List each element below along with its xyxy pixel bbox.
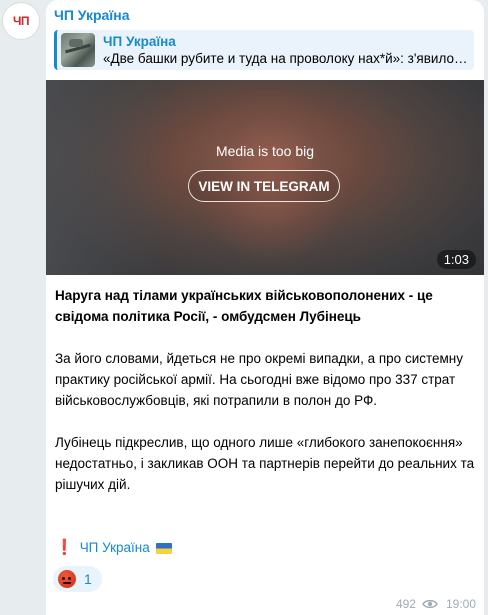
media-too-big-notice: Media is too big <box>215 143 315 159</box>
video-duration: 1:03 <box>436 250 476 269</box>
view-count: 492 <box>395 597 416 611</box>
reply-preview[interactable]: ЧП Україна «Две башки рубите и туда на п… <box>54 30 474 70</box>
reaction-button[interactable]: 1 <box>53 566 102 592</box>
reply-quote: «Две башки рубите и туда на проволоку на… <box>103 51 473 66</box>
post-signature: ❗ ЧП Україна <box>55 538 172 558</box>
post-text: Наруга над тілами українських військовоп… <box>55 285 475 516</box>
post-headline: Наруга над тілами українських військовоп… <box>55 288 433 324</box>
angry-face-icon <box>58 570 76 588</box>
reply-title: ЧП Україна <box>103 34 176 49</box>
signature-link[interactable]: ЧП Україна <box>80 538 150 558</box>
reply-text: ЧП Україна «Две башки рубите и туда на п… <box>103 33 473 67</box>
avatar-label: ЧП <box>12 14 30 28</box>
reply-thumbnail <box>61 33 95 67</box>
post-paragraph-1: За його словами, йдеться не про окремі в… <box>55 351 464 408</box>
video-preview[interactable]: Media is too big VIEW IN TELEGRAM 1:03 <box>46 80 484 275</box>
message-time: 19:00 <box>445 597 476 611</box>
reaction-count: 1 <box>84 571 92 587</box>
video-blur-left <box>46 80 166 275</box>
exclamation-icon: ❗ <box>55 539 74 556</box>
post-paragraph-2: Лубінець підкреслив, що одного лише «гли… <box>55 435 475 492</box>
message-meta: 492 19:00 <box>396 597 476 611</box>
ukraine-flag-icon <box>155 542 172 554</box>
channel-name[interactable]: ЧП Україна <box>54 7 130 23</box>
eye-icon <box>422 599 438 609</box>
view-in-telegram-button[interactable]: VIEW IN TELEGRAM <box>188 170 340 202</box>
channel-avatar[interactable]: ЧП <box>2 2 40 40</box>
